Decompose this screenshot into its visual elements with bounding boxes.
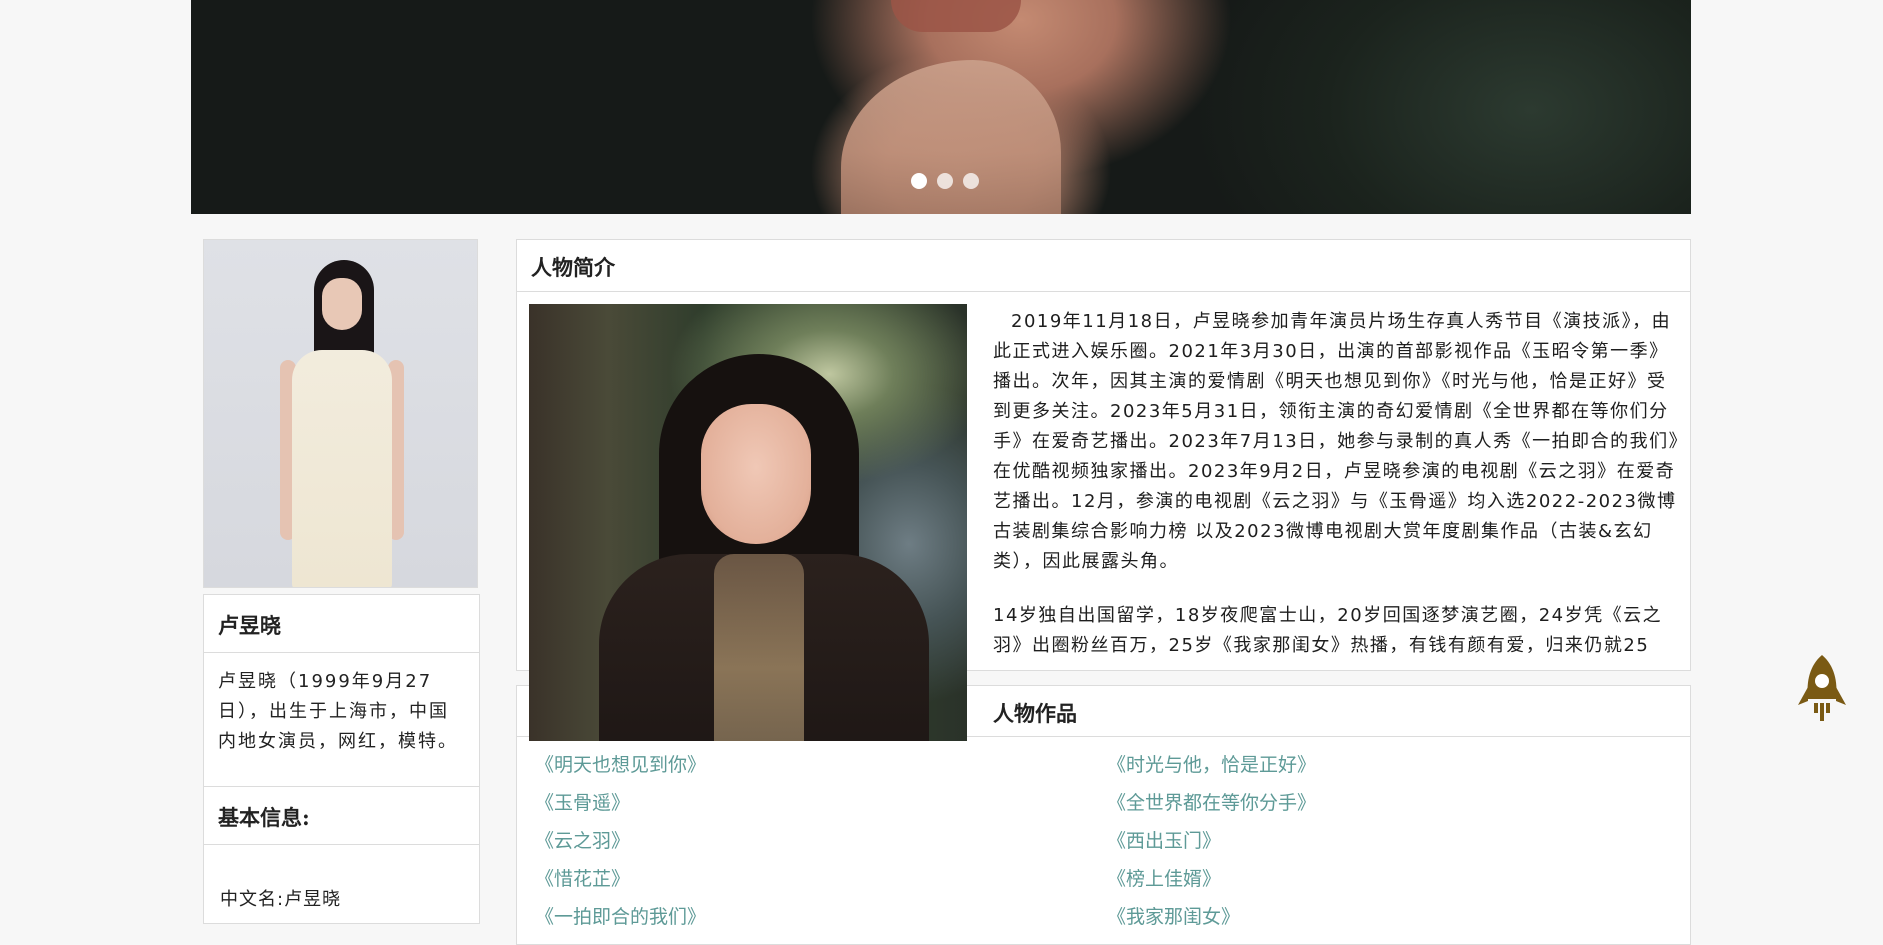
carousel-indicators (911, 173, 979, 189)
works-list: 《明天也想见到你》 《时光与他，恰是正好》 《玉骨遥》 《全世界都在等你分手》 … (517, 737, 1690, 933)
photo-detail (292, 350, 392, 587)
bio-paragraph: 2019年11月18日，卢昱晓参加青年演员片场生存真人秀节目《演技派》，由此正式… (993, 311, 1680, 572)
bio-text: 2019年11月18日，卢昱晓参加青年演员片场生存真人秀节目《演技派》，由此正式… (993, 307, 1683, 685)
carousel-dot-1[interactable] (911, 173, 927, 189)
work-link[interactable]: 《一拍即合的我们》 (535, 901, 1107, 933)
carousel-dot-3[interactable] (963, 173, 979, 189)
profile-name: 卢昱晓 (204, 595, 479, 653)
carousel-dot-2[interactable] (937, 173, 953, 189)
photo-detail (322, 278, 362, 330)
photo-detail (714, 554, 804, 741)
basic-info-title: 基本信息: (204, 787, 479, 845)
profile-card: 卢昱晓 卢昱晓（1999年9月27日），出生于上海市，中国内地女演员，网红，模特… (203, 594, 480, 924)
work-link[interactable]: 《我家那闺女》 (1107, 901, 1667, 933)
work-link[interactable]: 《榜上佳婿》 (1107, 863, 1667, 895)
work-link[interactable]: 《西出玉门》 (1107, 825, 1667, 857)
bio-paragraph: 14岁独自出国留学，18岁夜爬富士山，20岁回国逐梦演艺圈，24岁凭《云之羽》出… (993, 605, 1663, 656)
banner-image-detail (891, 0, 1021, 32)
work-link[interactable]: 《明天也想见到你》 (535, 749, 1107, 781)
profile-intro: 卢昱晓（1999年9月27日），出生于上海市，中国内地女演员，网红，模特。 (204, 653, 479, 787)
chinese-name-field: 中文名:卢昱晓 (220, 889, 342, 910)
work-link[interactable]: 《惜花芷》 (535, 863, 1107, 895)
back-to-top-button[interactable] (1796, 653, 1848, 729)
profile-photo (203, 239, 478, 588)
hero-carousel[interactable] (191, 0, 1691, 214)
work-link[interactable]: 《玉骨遥》 (535, 787, 1107, 819)
bio-photo (529, 304, 967, 741)
photo-detail (701, 404, 811, 544)
work-link[interactable]: 《全世界都在等你分手》 (1107, 787, 1667, 819)
rocket-icon (1798, 655, 1846, 721)
work-link[interactable]: 《时光与他，恰是正好》 (1107, 749, 1667, 781)
work-link[interactable]: 《云之羽》 (535, 825, 1107, 857)
bio-title: 人物简介 (517, 240, 1690, 292)
